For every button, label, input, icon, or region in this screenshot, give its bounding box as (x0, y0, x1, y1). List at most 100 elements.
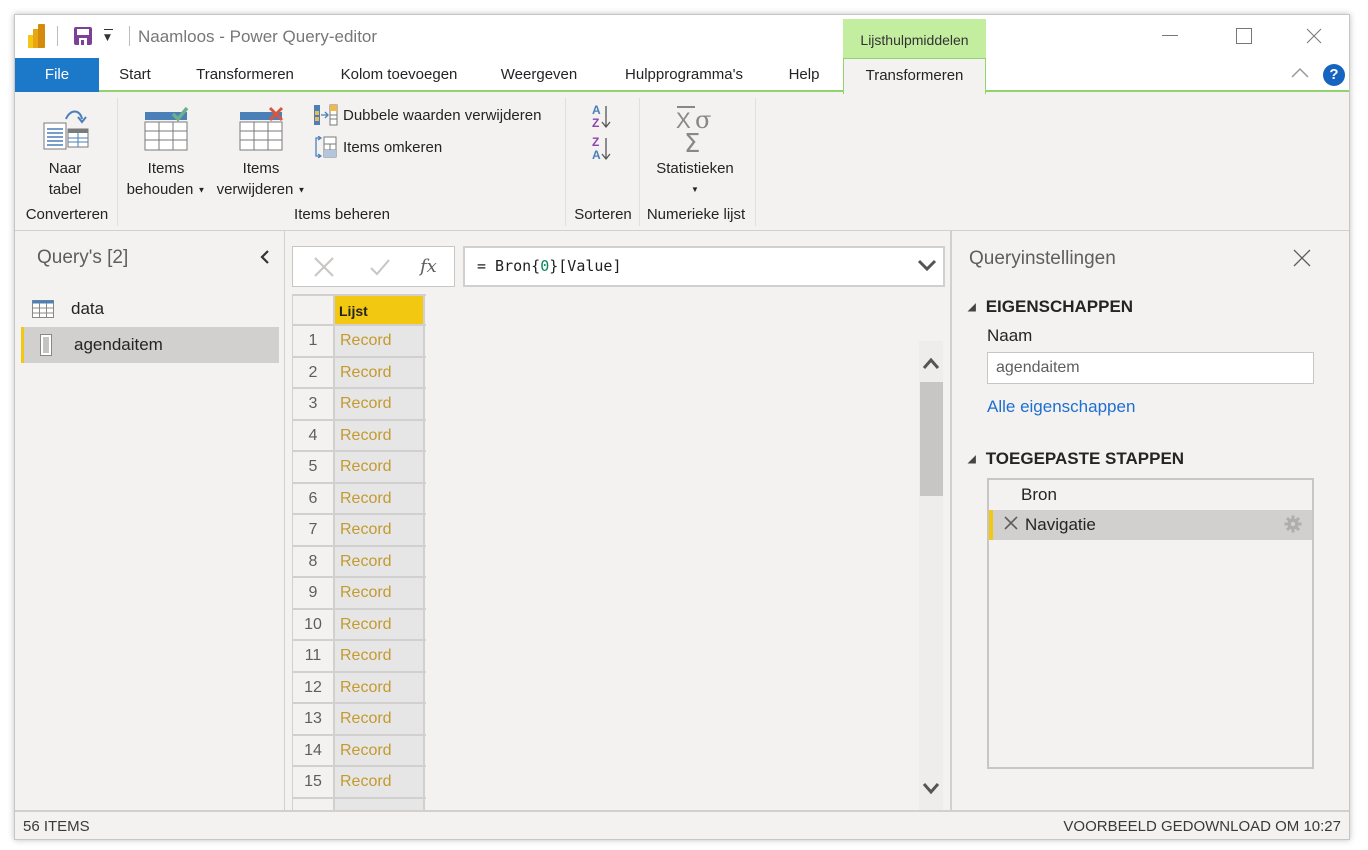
title-separator (129, 26, 130, 46)
record-cell[interactable]: Record (335, 609, 425, 639)
table-row[interactable]: 14 Record (293, 735, 426, 767)
step-navigatie[interactable]: Navigatie (989, 510, 1312, 540)
record-cell[interactable]: Record (335, 326, 425, 356)
naar-tabel-label-2: tabel (48, 181, 82, 198)
tab-start[interactable]: Start (107, 58, 163, 92)
gear-icon[interactable] (1284, 515, 1302, 533)
keep-rows-icon (144, 106, 189, 151)
table-row[interactable]: 1 Record (293, 326, 426, 358)
row-index: 4 (293, 420, 335, 450)
record-cell[interactable]: Record (335, 546, 425, 576)
record-cell[interactable]: Record (335, 452, 425, 482)
svg-text:Z: Z (592, 135, 599, 149)
items-behouden-label-1: Items (147, 160, 185, 177)
formula-input[interactable]: = Bron{0}[Value] (463, 246, 945, 287)
collapse-pane-icon[interactable] (259, 249, 271, 265)
tab-kolom-toevoegen[interactable]: Kolom toevoegen (327, 58, 471, 92)
cancel-formula-icon[interactable] (313, 256, 335, 278)
record-cell[interactable]: Record (335, 641, 425, 671)
save-icon[interactable] (73, 26, 93, 46)
items-behouden-button[interactable]: Items behouden ▼ (123, 100, 209, 201)
naar-tabel-button[interactable]: Naar tabel (35, 100, 95, 200)
svg-text:Σ: Σ (684, 129, 700, 154)
row-index: 11 (293, 641, 335, 671)
table-row[interactable]: 5 Record (293, 452, 426, 484)
record-cell[interactable]: Record (335, 483, 425, 513)
tab-transformeren[interactable]: Transformeren (183, 58, 307, 92)
maximize-button[interactable] (1221, 21, 1267, 51)
record-cell[interactable]: Record (335, 389, 425, 419)
record-cell[interactable]: Record (335, 767, 425, 797)
table-row[interactable]: 12 Record (293, 672, 426, 704)
table-row[interactable]: 7 Record (293, 515, 426, 547)
record-cell[interactable]: Record (335, 578, 425, 608)
minimize-button[interactable] (1147, 21, 1193, 51)
record-cell[interactable]: Record (335, 420, 425, 450)
tab-file[interactable]: File (15, 58, 99, 92)
tab-help[interactable]: Help (779, 58, 829, 92)
table-row[interactable]: 11 Record (293, 641, 426, 673)
query-item-data[interactable]: data (21, 291, 279, 327)
applied-steps-section-header[interactable]: ◢ TOEGEPASTE STAPPEN (968, 449, 1184, 469)
table-row[interactable]: 10 Record (293, 609, 426, 641)
table-row[interactable]: 4 Record (293, 420, 426, 452)
item-count: 56 ITEMS (23, 818, 90, 835)
record-cell[interactable]: Record (335, 672, 425, 702)
close-button[interactable] (1291, 21, 1337, 51)
close-settings-icon[interactable] (1292, 248, 1312, 268)
table-row[interactable]: 8 Record (293, 546, 426, 578)
items-omkeren-button[interactable]: Items omkeren (313, 136, 442, 158)
step-bron[interactable]: Bron (989, 480, 1312, 510)
statistieken-button[interactable]: X σ Σ Statistieken ▼ (647, 100, 743, 200)
expand-formula-icon[interactable] (917, 258, 937, 272)
group-label-converteren: Converteren (25, 206, 109, 223)
tab-hulpprogrammas[interactable]: Hulpprogramma's (611, 58, 757, 92)
help-icon[interactable]: ? (1323, 64, 1345, 86)
table-row[interactable]: 6 Record (293, 483, 426, 515)
delete-step-icon[interactable] (999, 515, 1023, 535)
confirm-formula-icon[interactable] (369, 257, 391, 277)
row-index-header[interactable] (293, 296, 335, 324)
table-row[interactable]: 15 Record (293, 767, 426, 799)
record-cell[interactable]: Record (335, 357, 425, 387)
table-row[interactable]: 3 Record (293, 389, 426, 421)
all-properties-link[interactable]: Alle eigenschappen (987, 397, 1135, 417)
group-label-sorteren: Sorteren (574, 206, 632, 223)
sort-descending-button[interactable]: Z A (591, 134, 613, 162)
table-row[interactable]: 2 Record (293, 357, 426, 389)
data-grid: Lijst 1 Record 2 Record 3 Record 4 Record 5 Recor… (292, 294, 426, 830)
svg-text:fx: fx (419, 256, 437, 277)
data-preview-pane: fx = Bron{0}[Value] Lijst 1 Record 2 Record… (286, 231, 952, 830)
query-name-input[interactable]: agendaitem (987, 352, 1314, 384)
dropdown-arrow-icon: ▼ (691, 185, 699, 194)
statistieken-label: Statistieken (656, 160, 734, 177)
vertical-scrollbar[interactable] (919, 341, 943, 811)
query-settings-pane: Queryinstellingen ◢ EIGENSCHAPPEN Naam a… (952, 231, 1349, 810)
table-row[interactable]: 13 Record (293, 704, 426, 736)
record-cell[interactable]: Record (335, 515, 425, 545)
scroll-down-icon[interactable] (922, 781, 940, 795)
scrollbar-thumb[interactable] (920, 382, 943, 496)
scroll-up-icon[interactable] (922, 357, 940, 371)
collapse-ribbon-icon[interactable] (1291, 67, 1309, 79)
properties-section-header[interactable]: ◢ EIGENSCHAPPEN (968, 297, 1133, 317)
record-cell[interactable]: Record (335, 735, 425, 765)
table-row[interactable]: 9 Record (293, 578, 426, 610)
sort-ascending-button[interactable]: A Z (591, 102, 613, 130)
statistics-icon: X σ Σ (676, 106, 711, 154)
fx-icon[interactable]: fx (419, 254, 443, 278)
items-verwijderen-button[interactable]: Items verwijderen ▼ (213, 100, 309, 201)
query-label: data (71, 299, 105, 318)
row-index: 1 (293, 326, 335, 356)
properties-header-label: EIGENSCHAPPEN (985, 297, 1134, 316)
formula-bar-buttons: fx (292, 246, 455, 287)
column-header-lijst[interactable]: Lijst (335, 296, 425, 324)
group-label-numerieke-lijst: Numerieke lijst (646, 206, 746, 223)
items-verwijderen-label-1: Items (242, 160, 280, 177)
tab-weergeven[interactable]: Weergeven (491, 58, 587, 92)
tab-lijst-transformeren[interactable]: Transformeren (843, 58, 986, 94)
record-cell[interactable]: Record (335, 704, 425, 734)
dubbele-waarden-verwijderen-button[interactable]: Dubbele waarden verwijderen (313, 104, 541, 126)
query-item-agendaitem[interactable]: agendaitem (21, 327, 279, 363)
group-separator (755, 98, 756, 226)
